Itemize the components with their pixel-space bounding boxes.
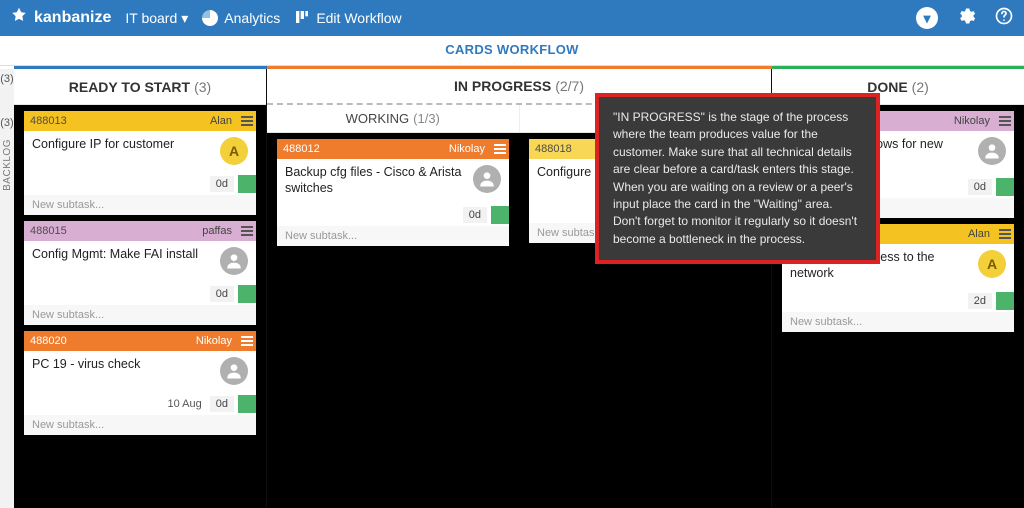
new-subtask-input[interactable]: New subtask...: [277, 226, 509, 246]
card-date: 10 Aug: [167, 398, 205, 410]
col-inprogress-count: (2/7): [555, 78, 584, 94]
card-assignee: Alan: [204, 115, 238, 127]
analytics-link[interactable]: Analytics: [202, 10, 280, 26]
subcol-working-head[interactable]: WORKING (1/3): [267, 105, 520, 133]
card-menu-icon[interactable]: [238, 116, 256, 126]
card[interactable]: 488015 paffas Config Mgmt: Make FAI inst…: [24, 221, 256, 325]
card-id: 488015: [24, 225, 196, 237]
card-menu-icon[interactable]: [238, 336, 256, 346]
card-title: Backup cfg files - Cisco & Arista switch…: [285, 165, 467, 196]
new-subtask-input[interactable]: New subtask...: [24, 195, 256, 215]
card-menu-icon[interactable]: [238, 226, 256, 236]
col-ready-count: (3): [194, 79, 211, 95]
subcol-working-label: WORKING: [346, 111, 410, 126]
avatar: A: [220, 137, 248, 165]
edit-workflow-link[interactable]: Edit Workflow: [294, 9, 401, 28]
topbar: kanbanize IT board ▾ Analytics Edit Work…: [0, 0, 1024, 36]
card-title: Config Mgmt: Make FAI install: [32, 247, 214, 275]
card[interactable]: 488012 Nikolay Backup cfg files - Cisco …: [277, 139, 509, 246]
working-body: 488012 Nikolay Backup cfg files - Cisco …: [267, 133, 519, 508]
card-age-badge: 0d: [210, 396, 234, 412]
card-header: 488015 paffas: [24, 221, 256, 241]
card-header: 488012 Nikolay: [277, 139, 509, 159]
card-header: 488013 Alan: [24, 111, 256, 131]
avatar: [220, 247, 248, 275]
avatar: [978, 137, 1006, 165]
backlog-label[interactable]: BACKLOG: [2, 139, 13, 191]
card-footer: 0d: [24, 283, 256, 305]
subcol-working-count: (1/3): [413, 111, 440, 126]
card-menu-icon[interactable]: [996, 229, 1014, 239]
card-status-chip: [996, 178, 1014, 196]
board: (3) (3) BACKLOG READY TO START (3) 48801…: [0, 69, 1024, 508]
card-body: Configure IP for customer A: [24, 131, 256, 173]
avatar: A: [978, 250, 1006, 278]
card-id: 488013: [24, 115, 204, 127]
col-inprogress-label: IN PROGRESS: [454, 78, 551, 94]
card-menu-icon[interactable]: [491, 144, 509, 154]
dropdown-button[interactable]: ▾: [916, 7, 938, 29]
workflow-strip: CARDS WORKFLOW: [0, 36, 1024, 66]
card-title: Configure IP for customer: [32, 137, 214, 165]
chevron-down-icon: ▾: [181, 10, 188, 27]
card-body: Config Mgmt: Make FAI install: [24, 241, 256, 283]
rail-count-2: (3): [0, 117, 13, 129]
card-status-chip: [491, 206, 509, 224]
pie-icon: [202, 10, 218, 26]
edit-workflow-label: Edit Workflow: [316, 10, 401, 26]
logo-icon: [10, 7, 28, 30]
card-footer: 10 Aug 0d: [24, 393, 256, 415]
ready-cards: 488013 Alan Configure IP for customer A …: [14, 105, 266, 508]
card-assignee: Nikolay: [443, 143, 491, 155]
help-icon[interactable]: [994, 6, 1014, 31]
card-status-chip: [238, 175, 256, 193]
new-subtask-input[interactable]: New subtask...: [782, 312, 1014, 332]
workflow-tab[interactable]: CARDS WORKFLOW: [445, 42, 578, 57]
card-status-chip: [238, 395, 256, 413]
card-assignee: paffas: [196, 225, 238, 237]
card-status-chip: [238, 285, 256, 303]
card[interactable]: 488013 Alan Configure IP for customer A …: [24, 111, 256, 215]
card-menu-icon[interactable]: [996, 116, 1014, 126]
card-assignee: Nikolay: [190, 335, 238, 347]
card-assignee: Nikolay: [948, 115, 996, 127]
avatar: [220, 357, 248, 385]
board-selector[interactable]: IT board ▾: [125, 10, 188, 27]
card-footer: 0d: [277, 204, 509, 226]
col-done-count: (2): [912, 79, 929, 95]
card-assignee: Alan: [962, 228, 996, 240]
card-id: 488012: [277, 143, 443, 155]
card-age-badge: 2d: [968, 293, 992, 309]
card-body: Backup cfg files - Cisco & Arista switch…: [277, 159, 509, 204]
new-subtask-input[interactable]: New subtask...: [24, 305, 256, 325]
card-age-badge: 0d: [968, 179, 992, 195]
card-footer: 2d: [782, 290, 1014, 312]
workflow-icon: [294, 9, 310, 28]
avatar: [473, 165, 501, 193]
card-body: PC 19 - virus check: [24, 351, 256, 393]
card-header: 488020 Nikolay: [24, 331, 256, 351]
card[interactable]: 488020 Nikolay PC 19 - virus check 10 Au…: [24, 331, 256, 435]
card-status-chip: [996, 292, 1014, 310]
settings-icon[interactable]: [956, 6, 976, 31]
col-ready: READY TO START (3) 488013 Alan Configure…: [14, 69, 267, 508]
stage-tooltip: "IN PROGRESS" is the stage of the proces…: [595, 93, 880, 264]
board-name: IT board: [125, 10, 177, 26]
topbar-actions: ▾: [916, 6, 1014, 31]
card-footer: 0d: [24, 173, 256, 195]
brand-text: kanbanize: [34, 9, 111, 27]
analytics-label: Analytics: [224, 10, 280, 26]
left-rail: (3) (3) BACKLOG: [0, 69, 14, 508]
new-subtask-input[interactable]: New subtask...: [24, 415, 256, 435]
card-age-badge: 0d: [210, 176, 234, 192]
card-id: 488020: [24, 335, 190, 347]
card-age-badge: 0d: [463, 207, 487, 223]
brand-logo: kanbanize: [10, 7, 111, 30]
rail-count-1: (3): [0, 73, 13, 85]
working-cards: 488012 Nikolay Backup cfg files - Cisco …: [267, 133, 519, 508]
col-ready-label: READY TO START: [69, 79, 190, 95]
card-title: PC 19 - virus check: [32, 357, 214, 385]
col-ready-head[interactable]: READY TO START (3): [14, 69, 266, 105]
card-age-badge: 0d: [210, 286, 234, 302]
